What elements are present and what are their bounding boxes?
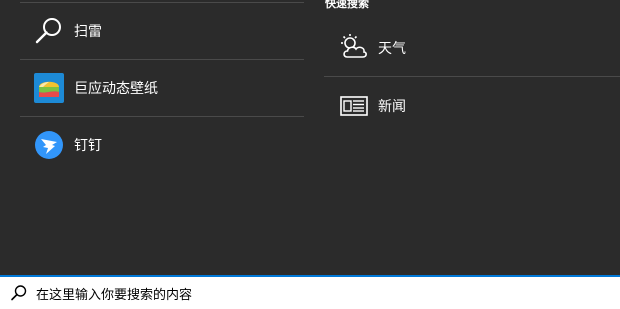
quick-search-label: 新闻 [378,98,406,115]
app-result-label: 钉钉 [74,138,102,154]
search-box[interactable]: 在这里输入你要搜索的内容 [0,275,620,309]
app-results-list: 扫雷 巨应动态壁纸 钉钉 [20,0,304,173]
quick-search-section: 快速搜索 天气 新闻 [324,0,620,134]
quick-search-title: 快速搜索 [325,0,369,10]
weather-icon [338,32,370,64]
search-icon [10,284,28,302]
search-results-panel: 扫雷 巨应动态壁纸 钉钉 快速搜索 天气 新闻 [0,0,620,275]
quick-search-weather[interactable]: 天气 [324,19,620,76]
search-magnifier-icon [34,16,64,46]
app-result-label: 扫雷 [74,24,102,40]
app-result-dynamic-wallpaper[interactable]: 巨应动态壁纸 [20,60,304,116]
quick-search-news[interactable]: 新闻 [324,77,620,134]
quick-search-label: 天气 [378,40,406,57]
dingtalk-icon [34,130,64,160]
app-result-minesweeper[interactable]: 扫雷 [20,3,304,59]
news-icon [338,90,370,122]
search-input[interactable]: 在这里输入你要搜索的内容 [36,284,192,303]
app-result-label: 巨应动态壁纸 [74,81,158,97]
wallpaper-app-icon [34,73,64,103]
app-result-dingtalk[interactable]: 钉钉 [20,117,304,173]
